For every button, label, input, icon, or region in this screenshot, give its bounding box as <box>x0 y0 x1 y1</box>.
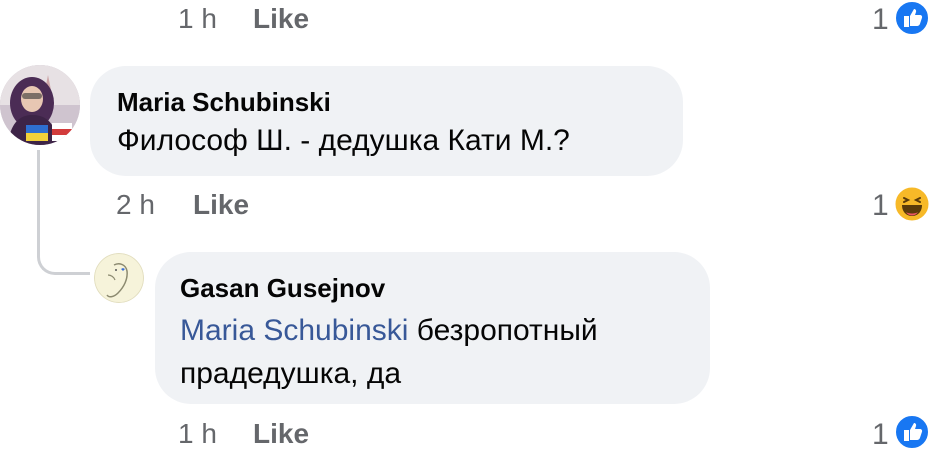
reply-text-line2: прадедушка, да <box>180 357 402 390</box>
reply-bubble: Gasan Gusejnov Maria Schubinski безропот… <box>155 252 710 404</box>
like-button[interactable]: Like <box>253 3 309 35</box>
reaction-count[interactable]: 1 <box>872 418 889 452</box>
avatar[interactable] <box>94 253 144 303</box>
reply-text: безропотный <box>408 314 598 347</box>
thread-line <box>37 150 40 255</box>
comment-author[interactable]: Maria Schubinski <box>117 87 331 118</box>
reaction-count[interactable]: 1 <box>872 3 889 37</box>
timestamp[interactable]: 1 h <box>178 3 217 35</box>
like-button[interactable]: Like <box>193 189 249 221</box>
reaction-count[interactable]: 1 <box>872 189 889 223</box>
timestamp[interactable]: 1 h <box>178 418 217 450</box>
like-icon[interactable] <box>894 414 930 450</box>
avatar[interactable] <box>0 65 80 145</box>
comment-text: Философ Ш. - дедушка Кати М.? <box>117 124 570 157</box>
like-icon[interactable] <box>894 0 930 36</box>
haha-icon[interactable] <box>893 185 931 223</box>
reply-text-line1: Maria Schubinski безропотный <box>180 309 598 352</box>
comment-bubble: Maria Schubinski Философ Ш. - дедушка Ка… <box>90 66 683 176</box>
mention-link[interactable]: Maria Schubinski <box>180 314 408 347</box>
reply-author[interactable]: Gasan Gusejnov <box>180 273 385 304</box>
timestamp[interactable]: 2 h <box>116 189 155 221</box>
thread-connector <box>37 250 90 275</box>
like-button[interactable]: Like <box>253 418 309 450</box>
